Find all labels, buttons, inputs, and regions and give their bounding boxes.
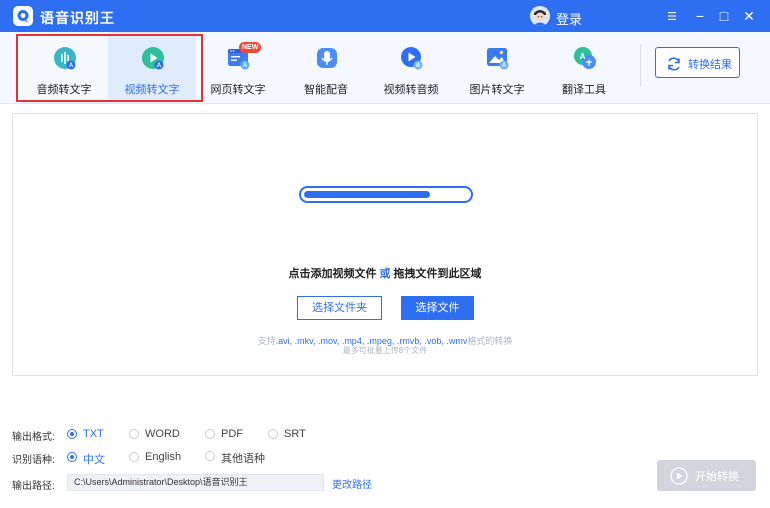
drop-hint-left: 点击添加视频文件 [288, 268, 377, 280]
start-conversion-label: 开始转换 [695, 471, 739, 483]
output-format-label: 输出格式: [12, 432, 55, 443]
radio-label: 中文 [83, 454, 105, 466]
minimize-button[interactable]: − [690, 6, 710, 26]
selection-highlight [16, 34, 203, 102]
progress-bar [299, 186, 473, 203]
toolbar-divider [640, 44, 641, 86]
radio-dot [129, 452, 139, 462]
change-path-link[interactable]: 更改路径 [332, 476, 372, 491]
close-button[interactable]: ✕ [739, 6, 759, 26]
drop-hint: 点击添加视频文件或拖拽文件到此区域 [0, 265, 770, 281]
login-link[interactable]: 登录 [556, 9, 582, 28]
conversion-results-button[interactable]: 转换结果 [655, 47, 740, 78]
tool-translate[interactable]: A 翻译工具 [540, 32, 628, 102]
radio-dot [67, 429, 77, 439]
radio-dot [129, 429, 139, 439]
play-icon [670, 467, 688, 485]
output-path-label: 输出路径: [12, 481, 55, 492]
translate-icon: A [574, 47, 596, 69]
avatar[interactable] [530, 6, 550, 26]
app-title: 语音识别王 [40, 10, 115, 26]
tool-label: 翻译工具 [562, 84, 606, 96]
progress-fill [304, 191, 430, 198]
drop-hint-or: 或 [379, 268, 391, 280]
radio-dot [205, 451, 215, 461]
refresh-icon [668, 57, 680, 71]
radio-label: WORD [145, 428, 180, 440]
svg-text:A: A [243, 63, 248, 69]
radio-dot [268, 429, 278, 439]
app-logo-icon [13, 6, 33, 26]
video-to-audio-icon [401, 47, 423, 70]
select-folder-button[interactable]: 选择文件夹 [297, 296, 382, 320]
tool-smart-dubbing[interactable]: 智能配音 [282, 32, 370, 102]
select-file-button[interactable]: 选择文件 [401, 296, 474, 320]
radio-label: 其他语种 [221, 453, 265, 465]
output-path-field[interactable]: C:\Users\Administrator\Desktop\语音识别王 [67, 474, 324, 491]
radio-label: PDF [221, 428, 243, 440]
radio-dot [205, 429, 215, 439]
smart-dubbing-icon [317, 48, 337, 68]
language-label: 识别语种: [12, 455, 55, 466]
new-badge: NEW [239, 42, 262, 53]
batch-limit-text: 最多可批量上传8个文件 [342, 346, 428, 355]
radio-dot [67, 452, 77, 462]
tool-label: 视频转音频 [383, 84, 439, 96]
radio-label: SRT [284, 428, 306, 440]
svg-text:A: A [502, 63, 507, 69]
tool-image-to-text[interactable]: A 图片转文字 [453, 32, 541, 102]
user-avatar-icon [530, 6, 550, 26]
start-conversion-button[interactable]: 开始转换 [657, 460, 756, 491]
tool-label: 网页转文字 [210, 84, 266, 96]
drop-hint-right: 拖拽文件到此区域 [393, 268, 482, 280]
tool-label: 智能配音 [304, 84, 348, 96]
image-to-text-icon: A [487, 48, 509, 70]
maximize-button[interactable]: □ [714, 6, 734, 26]
radio-label: English [145, 451, 182, 463]
tool-label: 图片转文字 [469, 84, 525, 96]
menu-icon [668, 12, 676, 20]
conversion-results-label: 转换结果 [688, 59, 732, 71]
radio-label: TXT [83, 428, 104, 440]
title-bar: 语音识别王 登录 − □ ✕ [0, 0, 770, 32]
tool-video-to-audio[interactable]: 视频转音频 [367, 32, 455, 102]
menu-button[interactable] [662, 6, 682, 26]
svg-text:A: A [580, 52, 586, 61]
tool-webpage-to-text[interactable]: A NEW 网页转文字 [194, 32, 282, 102]
